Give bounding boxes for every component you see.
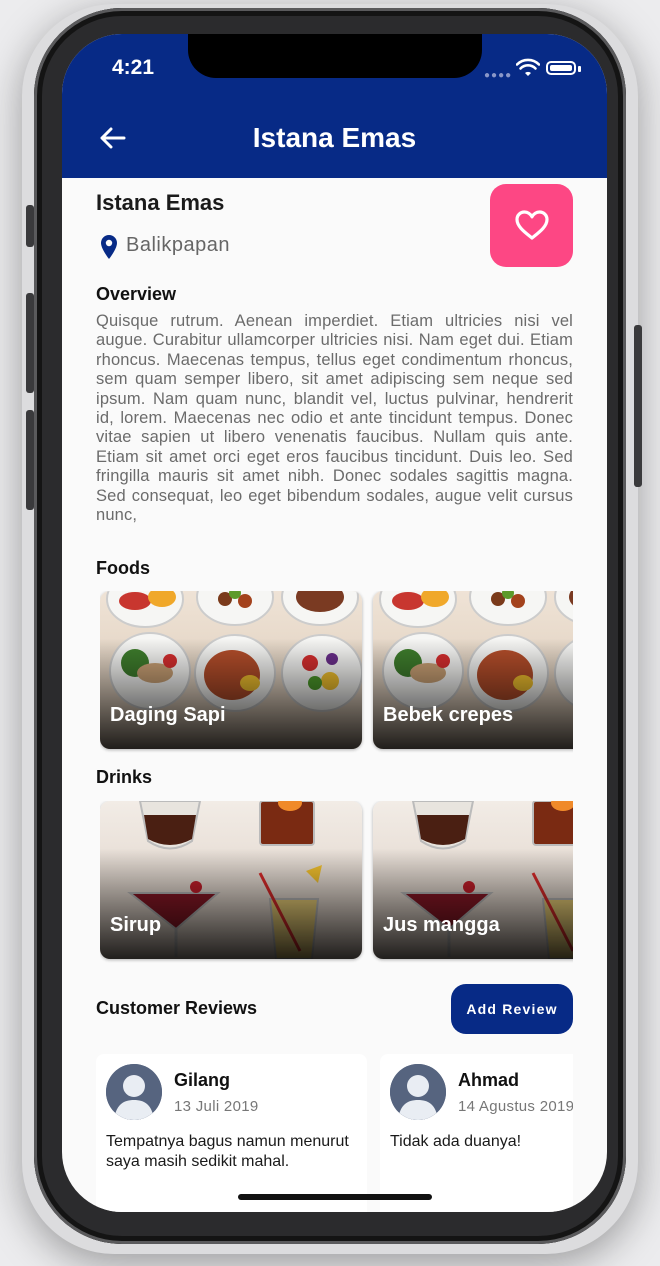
foods-list[interactable]: Daging Sapi Bebek crepes	[100, 591, 573, 753]
food-card[interactable]: Daging Sapi	[100, 591, 362, 749]
wifi-icon	[516, 58, 540, 76]
food-card[interactable]: Bebek crepes	[373, 591, 573, 749]
status-time: 4:21	[112, 56, 155, 79]
review-card: Ahmad 14 Agustus 2019 Tidak ada duanya!	[380, 1054, 573, 1212]
power-button	[634, 325, 642, 487]
volume-down-button	[26, 410, 34, 510]
app-screen: 4:21 ●●●● Istana Emas Istana Emas Balikp…	[62, 34, 607, 1212]
restaurant-location: Balikpapan	[126, 234, 230, 256]
restaurant-name: Istana Emas	[96, 190, 225, 215]
review-date: 13 Juli 2019	[174, 1098, 259, 1115]
person-silhouette-icon	[106, 1064, 162, 1120]
page-title: Istana Emas	[252, 122, 417, 153]
mute-switch	[26, 205, 34, 247]
review-card: Gilang 13 Juli 2019 Tempatnya bagus namu…	[96, 1054, 367, 1212]
detail-content[interactable]: Istana Emas Balikpapan Overview Quisque …	[62, 178, 607, 1212]
favorite-button[interactable]	[490, 184, 573, 267]
map-pin-icon	[101, 235, 117, 259]
volume-up-button	[26, 293, 34, 393]
signal-icon: ●●●●	[484, 70, 513, 81]
reviewer-name: Gilang	[174, 1070, 231, 1090]
reviews-title: Customer Reviews	[96, 998, 258, 1018]
drink-card[interactable]: Sirup	[100, 801, 362, 959]
battery-tip	[578, 66, 581, 72]
reviewer-name: Ahmad	[458, 1070, 520, 1090]
notch	[188, 34, 482, 78]
food-name: Bebek crepes	[383, 704, 514, 726]
drink-name: Jus mangga	[383, 914, 500, 936]
app-bar: 4:21 ●●●● Istana Emas	[62, 34, 607, 178]
review-text: Tidak ada duanya!	[390, 1133, 522, 1150]
foods-title: Foods	[96, 558, 150, 578]
status-icons: ●●●●	[482, 58, 582, 81]
drink-card[interactable]: Jus mangga	[373, 801, 573, 959]
review-text: Tempatnya bagus namun menurut saya masih…	[106, 1133, 349, 1170]
drink-name: Sirup	[110, 914, 162, 936]
reviews-list[interactable]: Gilang 13 Juli 2019 Tempatnya bagus namu…	[96, 1054, 573, 1212]
drinks-title: Drinks	[96, 767, 153, 787]
review-date: 14 Agustus 2019	[458, 1098, 573, 1115]
overview-text: Quisque rutrum. Aenean imperdiet. Etiam …	[96, 312, 573, 525]
overview-title: Overview	[96, 284, 177, 304]
person-silhouette-icon	[390, 1064, 446, 1120]
heart-outline-icon	[515, 210, 549, 240]
home-indicator[interactable]	[238, 1194, 432, 1200]
drinks-list[interactable]: Sirup Jus mangga	[100, 801, 573, 963]
food-name: Daging Sapi	[110, 704, 226, 726]
battery-icon	[546, 61, 576, 75]
add-review-button[interactable]: Add Review	[451, 984, 573, 1034]
